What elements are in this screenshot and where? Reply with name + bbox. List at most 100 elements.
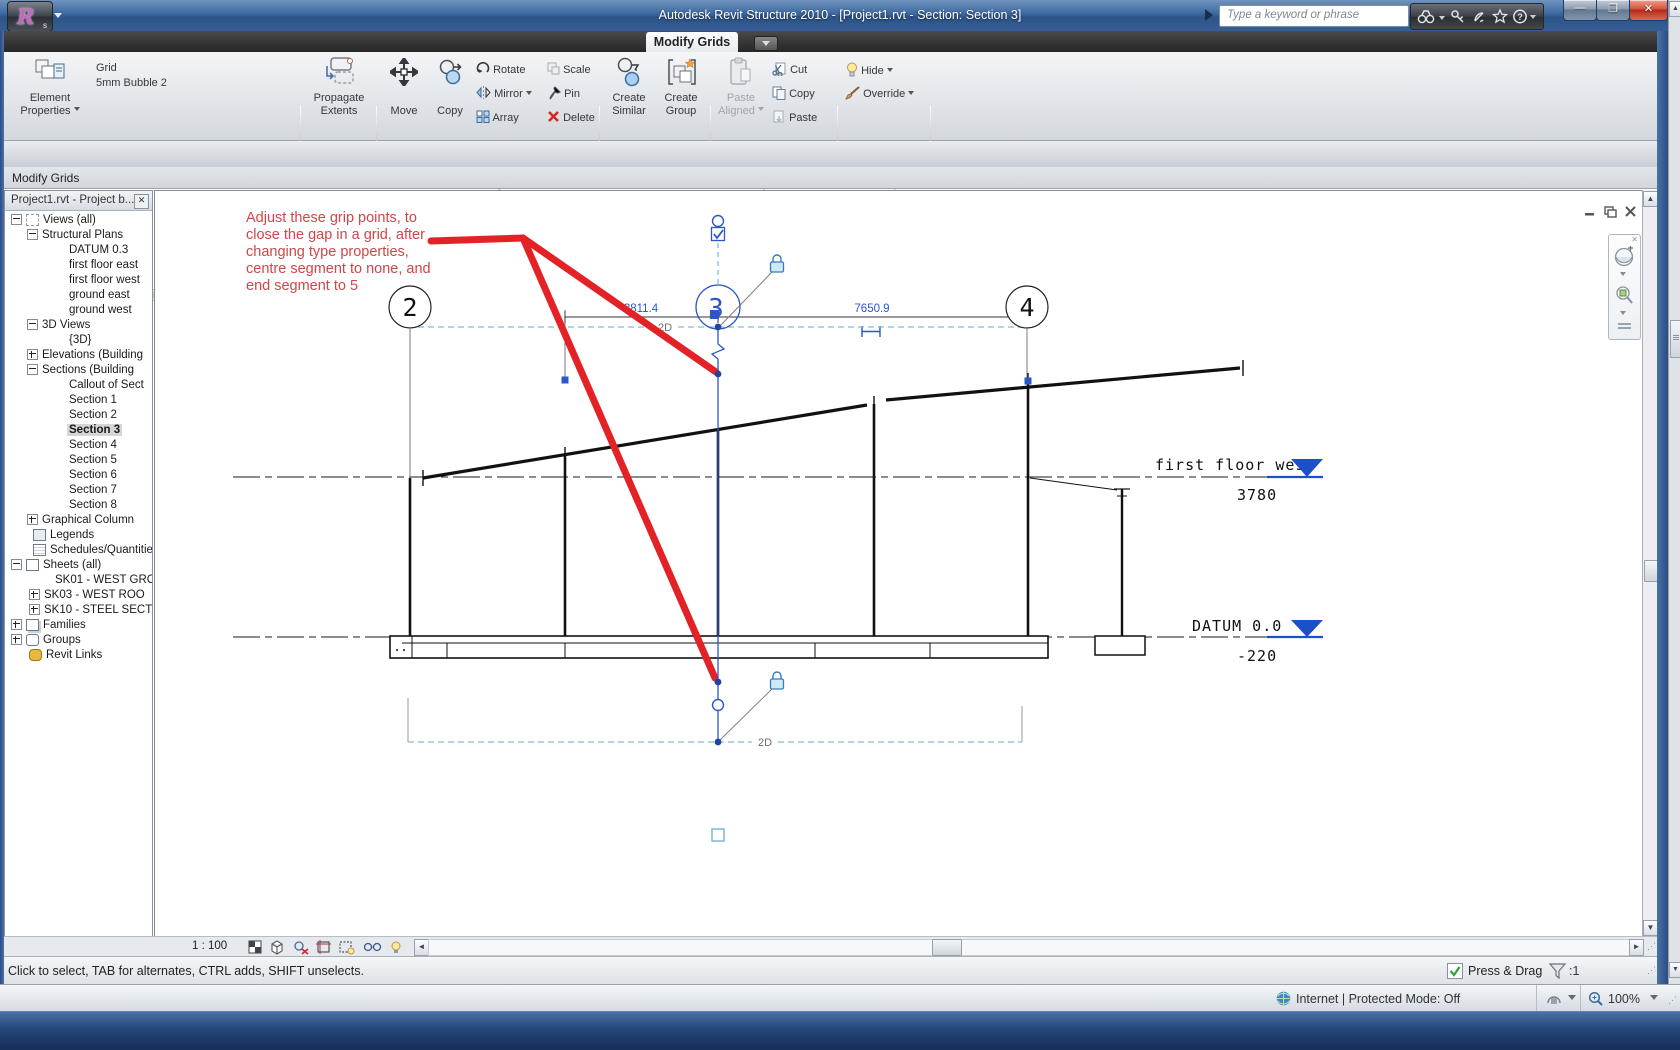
tree-item-section7[interactable]: Section 7 <box>5 482 152 497</box>
tree-item-section6[interactable]: Section 6 <box>5 467 152 482</box>
tree-item-section8[interactable]: Section 8 <box>5 497 152 512</box>
ie-resize-grip[interactable]: ⋰ <box>1668 995 1678 1006</box>
navbar-more-icon[interactable] <box>1618 323 1631 325</box>
tree-item-elevations[interactable]: Elevations (Building <box>5 347 152 362</box>
tree-item-structural-plans[interactable]: Structural Plans <box>5 227 152 242</box>
tree-item-datum03[interactable]: DATUM 0.3 <box>5 242 152 257</box>
shadows-off-icon[interactable] <box>294 941 309 955</box>
ie-scroll-down-icon[interactable]: ▼ <box>1669 962 1680 978</box>
tree-item-sections[interactable]: Sections (Building <box>5 362 152 377</box>
zoom-dropdown-icon[interactable] <box>1620 311 1626 318</box>
reveal-hidden-icon[interactable] <box>391 941 401 953</box>
propagate-extents-button[interactable]: Propagate Extents <box>306 56 372 126</box>
tree-item-section5[interactable]: Section 5 <box>5 452 152 467</box>
sloped-beams[interactable] <box>422 360 1244 486</box>
columns[interactable] <box>408 381 1030 636</box>
grip-dot-upper[interactable] <box>714 370 722 378</box>
tree-item-graphical-column[interactable]: Graphical Column <box>5 512 152 527</box>
drag-square-left[interactable] <box>561 376 569 384</box>
tree-item-section2[interactable]: Section 2 <box>5 407 152 422</box>
isolated-pad-footing[interactable] <box>1029 477 1146 656</box>
tree-item-schedules[interactable]: Schedules/Quantitie <box>5 542 152 557</box>
extent-circle-grip-bottom[interactable] <box>711 698 725 712</box>
lock-icon-bottom[interactable] <box>769 671 785 690</box>
crop-region-visibility-icon[interactable] <box>339 941 355 955</box>
move-button[interactable]: Move <box>382 56 426 126</box>
tree-item-first-floor-east[interactable]: first floor east <box>5 257 152 272</box>
binoculars-dropdown-icon[interactable] <box>1439 16 1445 20</box>
copy-button[interactable]: Copy <box>428 56 472 126</box>
view-restore-icon[interactable] <box>1604 206 1617 218</box>
tree-item-legends[interactable]: Legends <box>5 527 152 542</box>
favorites-star-icon[interactable] <box>1491 8 1509 24</box>
cut-button[interactable]: Cut <box>772 62 807 78</box>
extent-circle-grip-top[interactable] <box>711 214 725 228</box>
search-input[interactable]: Type a keyword or phrase <box>1219 5 1409 27</box>
grid-bubble-4[interactable]: 4 <box>1005 285 1049 329</box>
model-graphics-style-icon[interactable] <box>271 940 283 955</box>
canvas-scroll-right-icon[interactable]: ► <box>1629 939 1644 956</box>
rotate-button[interactable]: Rotate <box>476 61 525 76</box>
tree-item-3d[interactable]: {3D} <box>5 332 152 347</box>
tree-item-groups[interactable]: Groups <box>5 632 152 647</box>
tree-item-ground-west[interactable]: ground west <box>5 302 152 317</box>
grip-dot-2d[interactable] <box>714 738 722 746</box>
steering-wheel-icon[interactable] <box>1613 245 1636 268</box>
array-button[interactable]: Array <box>476 110 519 124</box>
view-scale-button[interactable]: 1 : 100 <box>192 940 227 952</box>
press-drag-checkbox[interactable] <box>1447 963 1463 979</box>
delete-button[interactable]: Delete <box>547 110 595 124</box>
ie-vscroll-thumb[interactable] <box>1670 320 1680 358</box>
tree-item-ground-east[interactable]: ground east <box>5 287 152 302</box>
view-minimize-icon[interactable] <box>1585 213 1594 216</box>
tree-item-views[interactable]: Views (all) <box>5 212 152 227</box>
crop-view-icon[interactable] <box>316 940 331 954</box>
grip-dot-lower[interactable] <box>714 678 722 686</box>
canvas-hscroll-thumb[interactable] <box>932 939 962 956</box>
ribbon-minimize-toggle[interactable] <box>754 36 778 51</box>
ie-scroll-up-icon[interactable]: ▲ <box>1669 1 1680 17</box>
drag-square-right[interactable] <box>1024 377 1032 385</box>
tree-item-section1[interactable]: Section 1 <box>5 392 152 407</box>
override-button[interactable]: Override <box>844 86 915 100</box>
canvas-scroll-left-icon[interactable]: ◄ <box>414 939 429 956</box>
navbar-close-icon[interactable]: ✕ <box>1631 235 1638 244</box>
copy-to-clipboard-button[interactable]: Copy <box>772 86 815 100</box>
create-group-button[interactable]: Create Group <box>656 56 706 126</box>
lock-icon-top[interactable] <box>769 254 785 273</box>
canvas-vscroll-thumb[interactable] <box>1644 560 1658 582</box>
communication-center-icon[interactable] <box>1474 12 1484 23</box>
canvas-scroll-up-icon[interactable]: ▲ <box>1643 191 1658 207</box>
hide-button[interactable]: Hide <box>846 62 893 77</box>
tree-item-3d-views[interactable]: 3D Views <box>5 317 152 332</box>
create-similar-button[interactable]: Create Similar <box>604 56 654 126</box>
grip-dot-bubble[interactable] <box>714 323 722 331</box>
tree-item-section4[interactable]: Section 4 <box>5 437 152 452</box>
view-close-icon[interactable] <box>1625 206 1636 217</box>
tree-item-sk03[interactable]: SK03 - WEST ROO <box>5 587 152 602</box>
wheel-dropdown-icon[interactable] <box>1620 272 1626 279</box>
browser-close-icon[interactable]: ✕ <box>134 194 149 209</box>
subscription-key-icon[interactable] <box>1451 10 1464 23</box>
minimize-button[interactable]: — <box>1563 0 1597 21</box>
tree-item-sk01[interactable]: SK01 - WEST GROU <box>5 572 152 587</box>
tree-item-families[interactable]: Families <box>5 617 152 632</box>
detail-level-icon[interactable] <box>248 940 262 954</box>
level-name-lower[interactable]: DATUM 0.0 <box>1192 617 1282 635</box>
extent-checkbox[interactable] <box>710 226 726 242</box>
ie-security-icon[interactable] <box>1546 991 1562 1006</box>
ie-vscrollbar[interactable]: ▲ ▼ <box>1668 0 1680 984</box>
ie-zoom-dropdown-icon[interactable] <box>1650 995 1658 1004</box>
foundation-beam[interactable] <box>389 635 1049 659</box>
ie-zoom-level[interactable]: 100% <box>1608 992 1640 1006</box>
mirror-button[interactable]: Mirror <box>476 86 532 100</box>
extent-2d-tag-bottom[interactable]: 2D <box>758 737 772 749</box>
element-properties-button[interactable]: Element Properties <box>12 56 88 126</box>
canvas-scroll-down-icon[interactable]: ▼ <box>1643 920 1658 936</box>
search-expand-icon[interactable] <box>1205 9 1219 21</box>
grid-bubble-2[interactable]: 2 <box>388 285 432 329</box>
canvas-vscrollbar[interactable]: ▲ ▼ <box>1642 190 1658 956</box>
ie-security-dropdown-icon[interactable] <box>1568 995 1576 1004</box>
level-name-upper[interactable]: first floor west <box>1155 456 1316 474</box>
ie-zoom-icon[interactable] <box>1588 991 1604 1007</box>
